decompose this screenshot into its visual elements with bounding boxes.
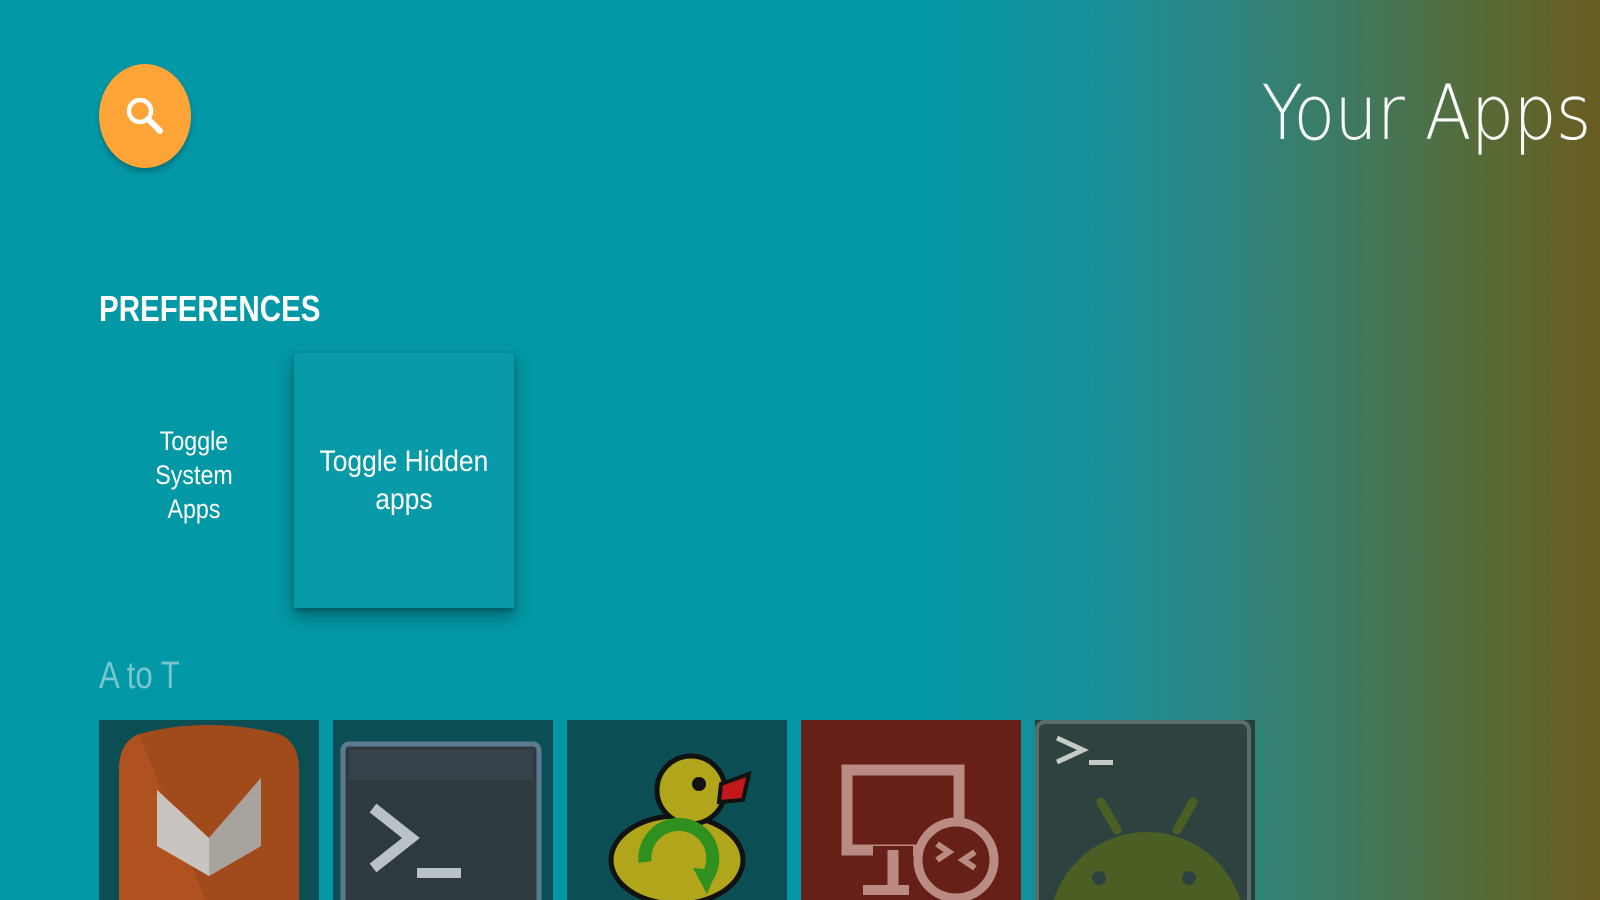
page-title: Your Apps	[1261, 68, 1591, 157]
android-terminal-icon	[1035, 720, 1251, 900]
app-tile-aptoide[interactable]	[99, 720, 319, 900]
toggle-hidden-apps-button[interactable]: Toggle Hidden apps	[294, 353, 514, 608]
preferences-header: PREFERENCES	[99, 288, 321, 329]
terminal-icon	[340, 741, 542, 900]
app-tile-remote-desktop[interactable]	[801, 720, 1021, 900]
app-tile-terminal[interactable]	[333, 720, 553, 900]
search-button[interactable]	[99, 64, 191, 168]
toggle-hidden-apps-label-line1: Toggle Hidden	[319, 444, 489, 478]
app-tile-android-terminal[interactable]	[1035, 720, 1255, 900]
toggle-system-apps-label-line1: Toggle System	[155, 426, 233, 490]
app-tile-duck[interactable]	[567, 720, 787, 900]
toggle-hidden-apps-label-line2: apps	[375, 482, 433, 516]
search-icon	[126, 97, 163, 134]
duck-sync-icon	[608, 753, 752, 900]
toggle-system-apps-button[interactable]: Toggle System Apps	[120, 426, 268, 524]
aptoide-icon	[119, 725, 299, 900]
toggle-system-apps-label-line2: Apps	[167, 494, 221, 524]
remote-desktop-icon	[841, 764, 999, 900]
apps-section-header: A to T	[99, 655, 180, 697]
